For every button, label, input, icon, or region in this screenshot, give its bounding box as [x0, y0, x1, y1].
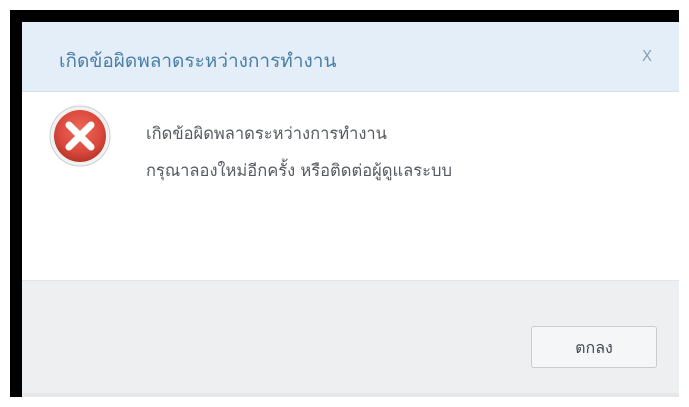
- error-message-line1: เกิดข้อผิดพลาดระหว่างการทำงาน: [146, 124, 387, 143]
- dialog-title: เกิดข้อผิดพลาดระหว่างการทำงาน: [59, 50, 337, 72]
- footer-divider: [22, 393, 679, 397]
- dialog-footer: ตกลง: [22, 280, 679, 397]
- error-icon: [49, 105, 111, 167]
- ok-button[interactable]: ตกลง: [531, 326, 657, 368]
- error-message-line2: กรุณาลองใหม่อีกครั้ง หรือติดต่อผู้ดูแลระ…: [146, 161, 452, 180]
- dialog-titlebar: เกิดข้อผิดพลาดระหว่างการทำงาน X: [22, 22, 679, 92]
- error-dialog: เกิดข้อผิดพลาดระหว่างการทำงาน X เกิดข้อผ…: [22, 22, 679, 397]
- close-button[interactable]: X: [633, 42, 661, 70]
